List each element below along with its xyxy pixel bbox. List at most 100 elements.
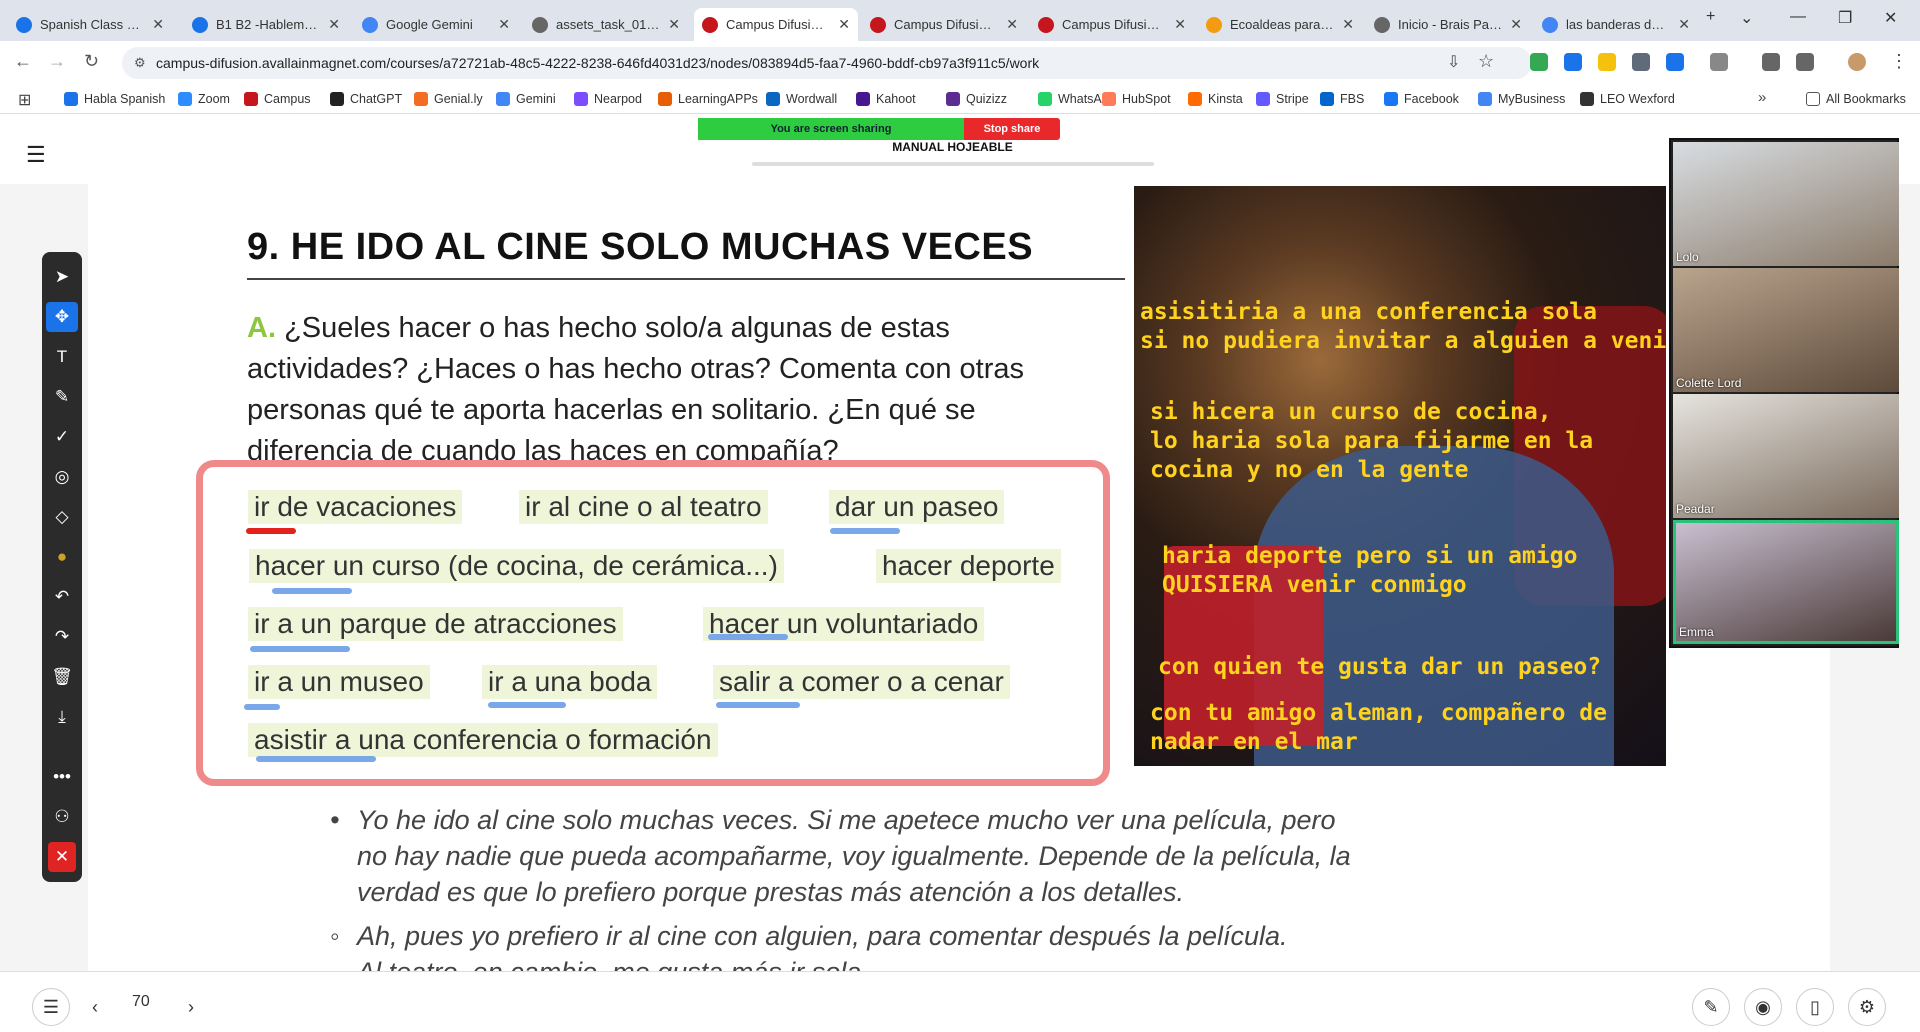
bookmark-item[interactable]: Quizizz xyxy=(946,92,1007,106)
close-tab-icon[interactable]: ✕ xyxy=(1678,16,1690,33)
browser-tab[interactable]: Spanish Class Notes ✕ xyxy=(8,8,172,41)
page-number[interactable]: 70 xyxy=(132,993,150,1011)
tab-title: Google Gemini xyxy=(386,17,473,32)
bookmark-item[interactable]: LearningAPPs xyxy=(658,92,758,106)
next-page-icon[interactable]: › xyxy=(172,988,210,1026)
close-tab-icon[interactable]: ✕ xyxy=(1510,16,1522,33)
close-tab-icon[interactable]: ✕ xyxy=(1006,16,1018,33)
close-tab-icon[interactable]: ✕ xyxy=(152,16,164,33)
new-tab-icon[interactable]: + xyxy=(1706,8,1715,26)
bookmark-item[interactable]: Wordwall xyxy=(766,92,837,106)
bookmark-item[interactable]: Gemini xyxy=(496,92,556,106)
bookmark-item[interactable]: Facebook xyxy=(1384,92,1459,106)
extension-icon[interactable] xyxy=(1598,53,1616,71)
bookmark-item[interactable]: MyBusiness xyxy=(1478,92,1565,106)
close-tab-icon[interactable]: ✕ xyxy=(1174,16,1186,33)
drive-extension-icon[interactable] xyxy=(1530,53,1548,71)
user-icon[interactable]: ⚇ xyxy=(42,802,82,832)
minimize-window-button[interactable]: — xyxy=(1790,8,1806,26)
pointer-tool-icon[interactable]: ➤ xyxy=(42,262,82,292)
browser-tab[interactable]: Inicio - Brais Palmás ✕ xyxy=(1366,8,1530,41)
bookmark-page-icon[interactable]: ▯ xyxy=(1796,988,1834,1026)
back-icon[interactable]: ← xyxy=(14,51,32,72)
bookmark-item[interactable]: HubSpot xyxy=(1102,92,1171,106)
tag-extension-icon[interactable] xyxy=(1666,53,1684,71)
pencil-tool-icon[interactable]: ✎ xyxy=(42,382,82,412)
bookmark-item[interactable]: Campus xyxy=(244,92,311,106)
bookmark-item[interactable]: Kahoot xyxy=(856,92,916,106)
browser-tab[interactable]: Campus Difusión | Ba ✕ xyxy=(694,8,858,41)
apps-grid-icon[interactable]: ⊞ xyxy=(18,90,31,110)
video-participants-panel: Lolo Colette Lord Peadar Emma xyxy=(1669,138,1899,648)
bookmark-item[interactable]: ChatGPT xyxy=(330,92,402,106)
profile-avatar[interactable] xyxy=(1848,53,1866,71)
bookmark-item[interactable]: Nearpod xyxy=(574,92,642,106)
settings-gear-icon[interactable]: ⚙ xyxy=(1848,988,1886,1026)
close-tab-icon[interactable]: ✕ xyxy=(498,16,510,33)
more-options-icon[interactable]: ••• xyxy=(42,762,82,792)
browser-tab[interactable]: Campus Difusión | Ba ✕ xyxy=(1030,8,1194,41)
redo-icon[interactable]: ↷ xyxy=(42,622,82,652)
undo-icon[interactable]: ↶ xyxy=(42,582,82,612)
move-tool-icon[interactable]: ✥ xyxy=(46,302,78,332)
save-download-icon[interactable]: ⤓ xyxy=(42,702,82,732)
install-app-icon[interactable]: ⇩ xyxy=(1447,52,1460,72)
eraser-tool-icon[interactable]: ◇ xyxy=(42,502,82,532)
table-of-contents-icon[interactable]: ☰ xyxy=(32,988,70,1026)
all-bookmarks-label: All Bookmarks xyxy=(1826,92,1906,106)
notes-edit-icon[interactable]: ✎ xyxy=(1692,988,1730,1026)
bookmark-item[interactable]: Genial.ly xyxy=(414,92,483,106)
browser-tab[interactable]: B1 B2 -Hablemos de ✕ xyxy=(184,8,348,41)
previous-page-icon[interactable]: ‹ xyxy=(76,988,114,1026)
bookmark-icon xyxy=(574,92,588,106)
bookmark-item[interactable]: LEO Wexford xyxy=(1580,92,1675,106)
code-extension-icon[interactable] xyxy=(1632,53,1650,71)
trash-extension-icon[interactable] xyxy=(1564,53,1582,71)
restore-window-button[interactable]: ❐ xyxy=(1838,8,1852,28)
close-tab-icon[interactable]: ✕ xyxy=(1342,16,1354,33)
participant-tile[interactable]: Colette Lord xyxy=(1673,268,1899,392)
close-tab-icon[interactable]: ✕ xyxy=(328,16,340,33)
browser-tab[interactable]: assets_task_01jz3g ✕ xyxy=(524,8,688,41)
participant-tile[interactable]: Lolo xyxy=(1673,142,1899,266)
participant-tile-active[interactable]: Emma xyxy=(1673,520,1899,644)
view-eye-icon[interactable]: ◉ xyxy=(1744,988,1782,1026)
new-tab-dropdown-icon[interactable]: ⌄ xyxy=(1740,8,1753,28)
clear-trash-icon[interactable]: 🗑 xyxy=(42,662,82,692)
participant-tile[interactable]: Peadar xyxy=(1673,394,1899,518)
all-bookmarks-folder[interactable]: All Bookmarks xyxy=(1806,92,1906,106)
color-picker-icon[interactable]: ● xyxy=(42,542,82,572)
spotlight-tool-icon[interactable]: ◎ xyxy=(42,462,82,492)
stop-share-button[interactable]: Stop share xyxy=(964,118,1060,140)
bookmark-item[interactable]: Habla Spanish xyxy=(64,92,165,106)
bookmark-item[interactable]: Zoom xyxy=(178,92,230,106)
more-bookmarks-icon[interactable]: » xyxy=(1758,89,1766,106)
browser-tab[interactable]: Ecoaldeas para hacer ✕ xyxy=(1198,8,1362,41)
url-field[interactable]: campus-difusion.avallainmagnet.com/cours… xyxy=(122,47,1532,79)
text-tool-icon[interactable]: T xyxy=(42,342,82,372)
bookmark-item[interactable]: FBS xyxy=(1320,92,1364,106)
forward-icon[interactable]: → xyxy=(48,51,66,72)
close-tab-icon[interactable]: ✕ xyxy=(668,16,680,33)
extensions-puzzle-icon[interactable] xyxy=(1710,53,1728,71)
bookmark-icon xyxy=(766,92,780,106)
bookmark-item[interactable]: Stripe xyxy=(1256,92,1309,106)
site-info-icon[interactable]: ⚙ xyxy=(134,55,146,71)
check-tool-icon[interactable]: ✓ xyxy=(42,422,82,452)
close-tab-icon[interactable]: ✕ xyxy=(838,16,850,33)
bookmark-item[interactable]: Kinsta xyxy=(1188,92,1243,106)
browser-tab[interactable]: Campus Difusión | Ba ✕ xyxy=(862,8,1026,41)
close-toolbar-icon[interactable]: ✕ xyxy=(48,842,76,872)
bookmark-star-icon[interactable]: ☆ xyxy=(1478,51,1494,72)
reload-icon[interactable]: ↻ xyxy=(84,51,99,72)
close-window-button[interactable]: ✕ xyxy=(1884,8,1897,28)
participant-name: Colette Lord xyxy=(1676,376,1742,390)
search-tabs-icon[interactable] xyxy=(1796,53,1814,71)
browser-tab[interactable]: las banderas de las ✕ xyxy=(1534,8,1698,41)
blue-underline xyxy=(830,528,900,534)
kebab-menu-icon[interactable]: ⋮ xyxy=(1890,51,1908,72)
menu-list-icon[interactable]: ☰ xyxy=(26,142,46,168)
browser-tab[interactable]: Google Gemini ✕ xyxy=(354,8,518,41)
annotation-note-4: con quien te gusta dar un paseo? xyxy=(1158,654,1602,680)
delete-icon[interactable] xyxy=(1762,53,1780,71)
